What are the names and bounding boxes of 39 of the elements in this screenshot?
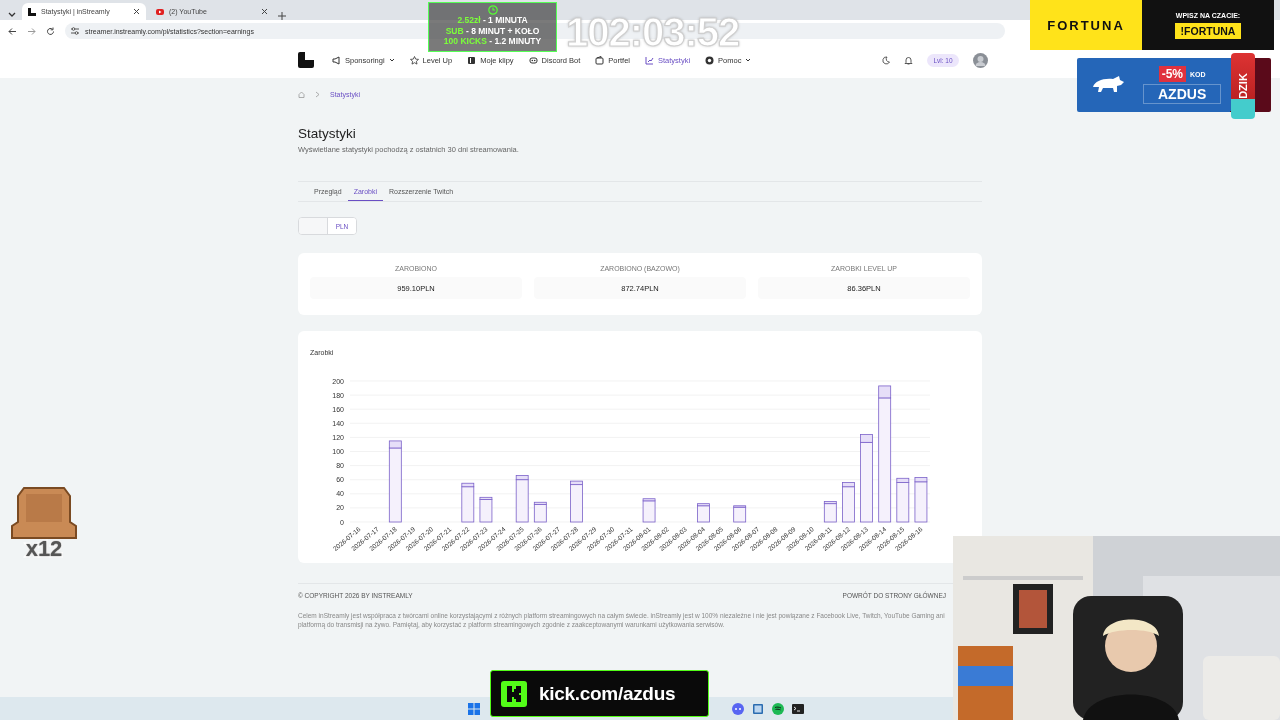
windows-icon <box>468 702 480 715</box>
clip-icon <box>467 55 477 65</box>
discount-badge: -5% <box>1158 66 1186 82</box>
brand-text: FORTUNA <box>1030 0 1142 50</box>
goal-text: 100 KICKS - 1.2 MINUTY <box>443 36 542 47</box>
goal-text: SUB - 8 MINUT + KOŁO <box>445 25 540 36</box>
site-settings-icon <box>71 27 79 35</box>
close-icon <box>261 8 268 15</box>
promo-code: AZDUS <box>1143 84 1222 104</box>
moon-icon <box>881 55 891 65</box>
star-icon <box>409 55 419 65</box>
music-icon <box>772 702 784 715</box>
chevron-right-icon <box>315 91 320 98</box>
counter-text: x12 <box>25 538 63 560</box>
logo-icon <box>298 52 314 68</box>
chart-icon <box>645 55 654 65</box>
plus-icon <box>278 12 286 20</box>
video-icon <box>156 7 164 16</box>
window-icon <box>752 702 764 715</box>
robot-icon <box>528 55 538 65</box>
close-icon <box>133 8 140 15</box>
reload-icon <box>46 26 55 36</box>
page-title: Statystyki <box>298 126 356 141</box>
forward-icon <box>27 26 36 36</box>
goal-text: 2.52zł - 1 MINUTA <box>457 15 528 26</box>
terminal-icon <box>792 702 804 715</box>
drink-can: DZIK <box>1231 53 1255 119</box>
home-icon <box>298 91 305 98</box>
chat-icon <box>732 702 744 715</box>
avatar-icon <box>972 52 988 68</box>
kick-logo-icon <box>501 680 527 707</box>
bell-icon <box>904 55 914 65</box>
channel-url: kick.com/azdus <box>539 682 676 705</box>
clock-icon <box>487 5 498 15</box>
back-icon <box>8 26 17 36</box>
lifebuoy-icon <box>705 55 715 65</box>
chat-command: !FORTUNA <box>1174 22 1242 39</box>
boar-icon <box>1091 75 1125 95</box>
wallet-icon <box>595 55 605 65</box>
